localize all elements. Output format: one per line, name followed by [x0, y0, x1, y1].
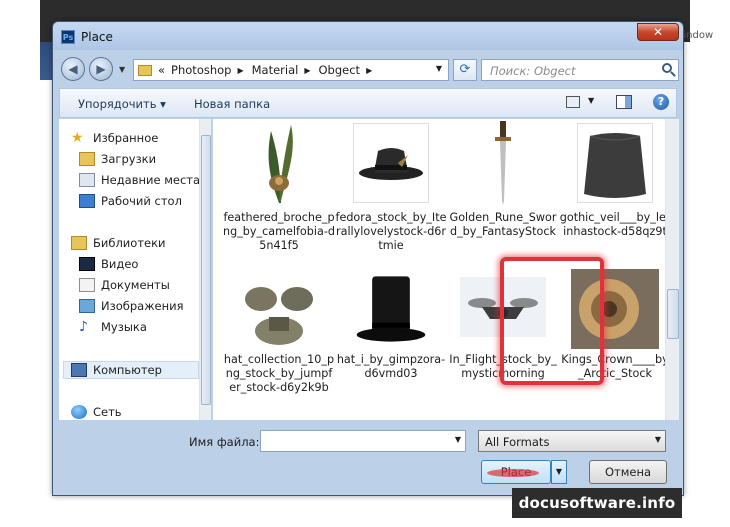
view-icon[interactable] — [566, 96, 580, 108]
sidebar-item-label: Документы — [101, 278, 170, 292]
star-icon: ★ — [71, 130, 84, 146]
network-icon — [71, 405, 87, 419]
sidebar-scroll-thumb[interactable] — [201, 135, 211, 405]
recent-places-icon — [79, 173, 95, 187]
sidebar-item-recent[interactable]: Недавние места — [79, 173, 200, 187]
file-thumbnail — [355, 269, 427, 349]
format-select-value: All Formats — [485, 435, 550, 449]
file-name: Golden_Rune_Sword_by_FantasyStock — [449, 211, 557, 238]
sidebar-item-downloads[interactable]: Загрузки — [79, 152, 156, 166]
file-thumbnail — [243, 123, 315, 203]
close-button[interactable]: ✕ — [637, 23, 679, 41]
file-thumbnail — [353, 123, 429, 203]
file-item[interactable]: gothic_veil___by_letinhastock-d58qz9t — [559, 123, 671, 263]
file-item[interactable]: fedora_stock_by_Iterallylovelystock-d6rt… — [335, 123, 447, 263]
computer-icon — [71, 363, 87, 377]
sidebar-item-video[interactable]: Видео — [79, 257, 138, 271]
breadcrumb-material[interactable]: Material — [252, 63, 299, 77]
place-button-annotation — [487, 469, 539, 477]
place-options-dropdown-icon[interactable]: ▼ — [551, 460, 567, 484]
navigation-pane: ★ Избранное Загрузки Недавние места Рабо… — [59, 119, 211, 420]
file-name: hat_collection_10_png_stock_by_jumpfer_s… — [223, 353, 335, 394]
file-name: hat_i_by_gimpzora-d6vmd03 — [336, 353, 446, 380]
chevron-right-icon[interactable]: ▶ — [304, 66, 310, 75]
sidebar-item-network[interactable]: Сеть — [71, 405, 122, 419]
libraries-icon — [71, 236, 87, 250]
file-thumbnail — [241, 279, 317, 349]
cancel-button[interactable]: Отмена — [589, 460, 667, 484]
sidebar-item-images[interactable]: Изображения — [79, 299, 184, 313]
folder-icon — [138, 64, 152, 76]
file-item[interactable]: feathered_broche_png_by_camelfobia-d5n41… — [223, 123, 335, 263]
file-item[interactable]: hat_i_by_gimpzora-d6vmd03 — [335, 269, 447, 409]
search-icon[interactable] — [662, 63, 672, 73]
recent-pages-dropdown-icon[interactable]: ▼ — [119, 65, 125, 74]
file-list-scrollbar[interactable] — [665, 119, 679, 420]
file-item[interactable]: hat_collection_10_png_stock_by_jumpfer_s… — [223, 269, 335, 409]
watermark: docusoftware.info — [512, 488, 682, 518]
search-placeholder: Поиск: Obgect — [490, 64, 576, 78]
refresh-button[interactable]: ⟳ — [453, 59, 477, 81]
music-icon: ♪ — [79, 319, 88, 335]
breadcrumb-obgect[interactable]: Obgect — [319, 63, 361, 77]
chevron-right-icon[interactable]: ▶ — [237, 66, 243, 75]
address-bar[interactable]: « Photoshop ▶ Material ▶ Obgect ▶ ▼ — [133, 59, 449, 81]
format-select[interactable]: All Formats ▼ — [478, 430, 666, 452]
format-dropdown-icon[interactable]: ▼ — [655, 435, 661, 444]
file-name: gothic_veil___by_letinhastock-d58qz9t — [559, 211, 671, 238]
file-name: fedora_stock_by_Iterallylovelystock-d6rt… — [335, 211, 447, 252]
sidebar-item-label: Музыка — [101, 320, 147, 334]
documents-icon — [79, 278, 95, 292]
new-folder-button[interactable]: Новая папка — [194, 97, 270, 111]
preview-pane-icon[interactable] — [616, 95, 632, 109]
filename-dropdown-icon[interactable]: ▼ — [455, 435, 461, 444]
sidebar-item-label: Изображения — [101, 299, 184, 313]
sidebar-item-label: Библиотеки — [93, 236, 166, 250]
file-list-scroll-thumb[interactable] — [667, 289, 679, 339]
selection-annotation-box — [500, 257, 604, 385]
sidebar-item-label: Рабочий стол — [101, 194, 182, 208]
file-thumbnail — [577, 123, 653, 203]
title-bar[interactable]: Ps Place ✕ — [53, 22, 683, 50]
file-thumbnail — [467, 121, 539, 205]
sidebar-item-favorites[interactable]: ★ Избранное — [71, 131, 158, 145]
sidebar-item-label: Видео — [101, 257, 139, 271]
sidebar-item-documents[interactable]: Документы — [79, 278, 170, 292]
toolbar: Упорядочить ▾ Новая папка ▼ ? — [59, 88, 677, 118]
sidebar-item-desktop[interactable]: Рабочий стол — [79, 194, 182, 208]
help-icon[interactable]: ? — [653, 94, 669, 110]
sidebar-item-label: Избранное — [93, 131, 159, 145]
file-list: feathered_broche_png_by_camelfobia-d5n41… — [213, 119, 679, 420]
address-dropdown-icon[interactable]: ▼ — [436, 64, 442, 73]
sidebar-item-label: Компьютер — [93, 363, 162, 377]
sidebar-item-label: Загрузки — [101, 152, 157, 166]
navigation-row: ◀ ▶ ▼ « Photoshop ▶ Material ▶ Obgect ▶ … — [59, 55, 679, 83]
downloads-folder-icon — [79, 152, 95, 166]
file-item[interactable]: Golden_Rune_Sword_by_FantasyStock — [447, 121, 559, 263]
sidebar-item-label: Недавние места — [101, 173, 201, 187]
place-dialog: Ps Place ✕ ◀ ▶ ▼ « Photoshop ▶ Material … — [52, 21, 684, 496]
address-prefix[interactable]: « — [158, 63, 165, 77]
filename-label: Имя файла: — [189, 435, 260, 449]
search-input[interactable]: Поиск: Obgect — [481, 59, 679, 81]
file-name: feathered_broche_png_by_camelfobia-d5n41… — [223, 211, 335, 252]
sidebar-item-music[interactable]: ♪ Музыка — [79, 320, 147, 334]
organize-button[interactable]: Упорядочить ▾ — [78, 97, 166, 111]
view-dropdown-icon[interactable]: ▼ — [588, 96, 594, 105]
back-button[interactable]: ◀ — [61, 57, 85, 81]
forward-button[interactable]: ▶ — [89, 57, 113, 81]
sidebar-item-computer[interactable]: Компьютер — [71, 363, 162, 377]
images-icon — [79, 299, 95, 313]
photoshop-icon: Ps — [61, 30, 75, 44]
chevron-right-icon[interactable]: ▶ — [366, 66, 372, 75]
sidebar-item-label: Сеть — [93, 405, 122, 419]
filename-input[interactable]: ▼ — [260, 430, 466, 452]
window-title: Place — [81, 30, 113, 44]
desktop-icon — [79, 194, 95, 208]
breadcrumb-photoshop[interactable]: Photoshop — [171, 63, 231, 77]
sidebar-scrollbar[interactable] — [199, 119, 211, 420]
video-icon — [79, 257, 95, 271]
sidebar-item-libraries[interactable]: Библиотеки — [71, 236, 166, 250]
